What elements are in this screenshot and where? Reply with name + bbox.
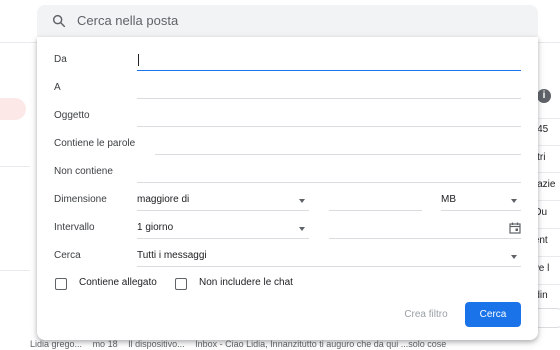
email-row[interactable]: Lidia grego... mo 18 Il dispositivo... I… — [30, 339, 550, 350]
date-range-select[interactable]: 1 giorno — [137, 219, 309, 239]
search-bar[interactable]: Cerca nella posta — [37, 5, 538, 37]
has-words-field[interactable] — [155, 135, 521, 155]
create-filter-button[interactable]: Crea filtro — [390, 303, 462, 327]
size-unit-value: MB — [441, 194, 456, 205]
search-in-value: Tutti i messaggi — [137, 250, 207, 261]
size-unit-select[interactable]: MB — [441, 191, 521, 211]
date-range-label: Intervallo — [54, 222, 95, 233]
dropdown-arrow-icon — [511, 199, 517, 203]
subject-row: Oggetto — [54, 107, 521, 127]
email-sender: Lidia grego... — [30, 339, 83, 349]
to-label: A — [54, 82, 61, 93]
to-field[interactable] — [137, 79, 521, 99]
subject-label: Oggetto — [54, 110, 90, 121]
has-words-label: Contiene le parole — [54, 138, 136, 149]
to-row: A — [54, 79, 521, 99]
search-button[interactable]: Cerca — [465, 302, 521, 327]
size-row: Dimensione maggiore di MB — [54, 191, 521, 211]
search-icon[interactable] — [51, 13, 67, 29]
not-has-row: Non contiene — [54, 163, 521, 183]
has-words-row: Contiene le parole — [54, 135, 521, 155]
email-snippet: Inbox - Ciao Lidia, Innanzitutto ti augu… — [195, 339, 447, 349]
exclude-chats-label: Non includere le chat — [199, 277, 293, 288]
not-has-label: Non contiene — [54, 166, 113, 177]
nav-divider — [0, 166, 30, 167]
search-in-select[interactable]: Tutti i messaggi — [137, 247, 521, 267]
text-caret — [138, 54, 139, 66]
from-row: Da — [54, 51, 521, 71]
advanced-search-popup: Da A Oggetto Contiene le parole Non cont… — [37, 37, 538, 340]
size-label: Dimensione — [54, 194, 107, 205]
search-in-label: Cerca — [54, 250, 81, 261]
from-label: Da — [54, 54, 67, 65]
date-field[interactable] — [329, 219, 521, 239]
size-operator-value: maggiore di — [137, 194, 190, 205]
size-value-field[interactable] — [329, 191, 422, 211]
calendar-icon[interactable] — [509, 222, 521, 234]
search-input[interactable]: Cerca nella posta — [77, 13, 178, 28]
not-has-field[interactable] — [137, 163, 521, 183]
exclude-chats-checkbox[interactable]: Non includere le chat — [175, 277, 315, 291]
checkbox-icon[interactable] — [175, 278, 187, 290]
has-attachment-checkbox[interactable]: Contiene allegato — [55, 277, 175, 291]
has-attachment-label: Contiene allegato — [79, 277, 157, 288]
nav-divider — [0, 270, 30, 271]
checkbox-icon[interactable] — [55, 278, 67, 290]
email-date: mo 18 — [92, 339, 118, 349]
subject-field[interactable] — [137, 107, 521, 127]
search-in-row: Cerca Tutti i messaggi — [54, 247, 521, 267]
email-attachment: Il dispositivo... — [128, 339, 185, 349]
dropdown-arrow-icon — [299, 199, 305, 203]
size-operator-select[interactable]: maggiore di — [137, 191, 309, 211]
from-field[interactable] — [137, 51, 521, 71]
inbox-nav-highlight[interactable] — [0, 98, 26, 120]
date-range-row: Intervallo 1 giorno — [54, 219, 521, 239]
date-range-value: 1 giorno — [137, 222, 174, 233]
dropdown-arrow-icon — [511, 255, 517, 259]
dropdown-arrow-icon — [299, 227, 305, 231]
